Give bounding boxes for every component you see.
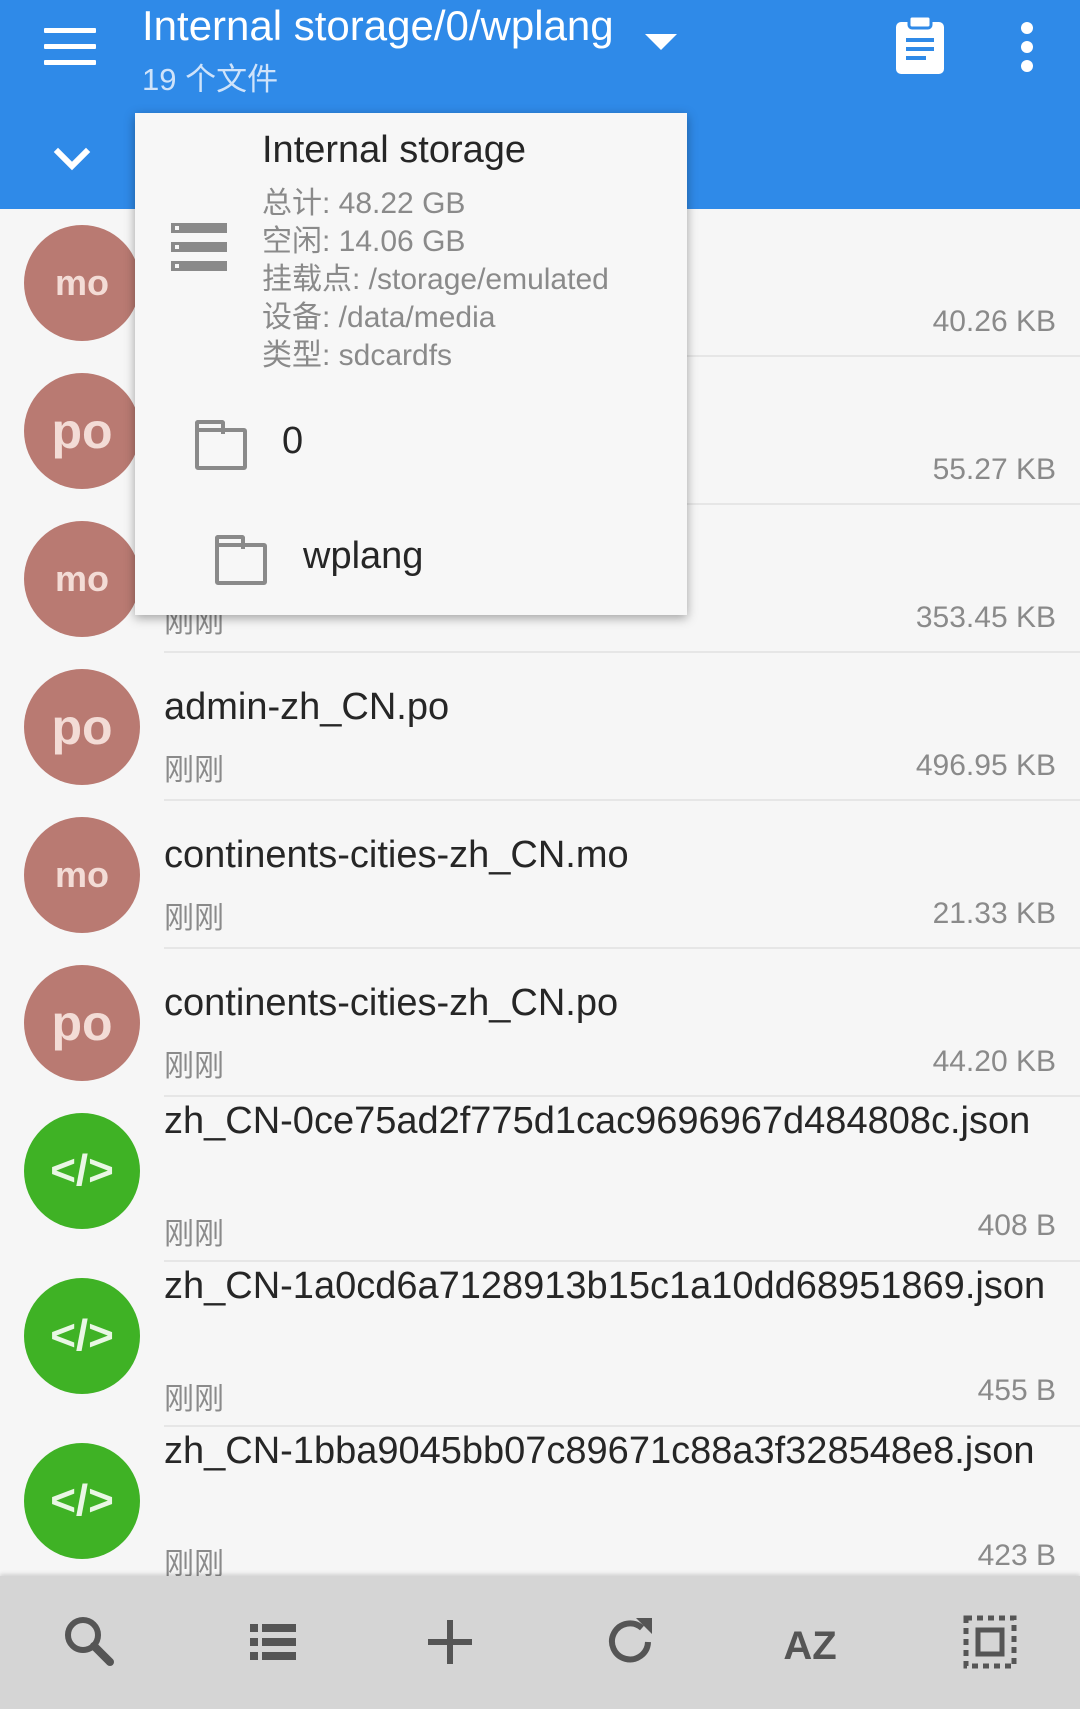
file-date: 刚刚 (164, 902, 224, 935)
search-icon[interactable] (50, 1602, 130, 1682)
file-size: 455 B (977, 1374, 1056, 1407)
file-row[interactable]: mo continents-cities-zh_CN.mo 刚刚 21.33 K… (0, 801, 1080, 949)
po-file-icon: po (24, 669, 140, 785)
path-dropdown-icon[interactable] (645, 34, 677, 50)
file-size: 353.45 KB (915, 601, 1056, 634)
folder-icon (215, 535, 267, 585)
path-title[interactable]: Internal storage/0/wplang (142, 2, 614, 50)
select-all-icon[interactable] (950, 1602, 1030, 1682)
mo-file-icon: mo (24, 521, 140, 637)
file-name: admin-zh_CN.po (164, 686, 450, 728)
storage-type: 类型: sdcardfs (262, 339, 453, 372)
code-file-icon: </> (24, 1443, 140, 1559)
list-view-icon[interactable] (232, 1602, 312, 1682)
code-file-icon: </> (24, 1113, 140, 1229)
file-name: zh_CN-1bba9045bb07c89671c88a3f328548e8.j… (164, 1430, 1035, 1472)
file-date: 刚刚 (164, 1383, 224, 1416)
storage-title: Internal storage (262, 129, 527, 171)
refresh-icon[interactable] (590, 1602, 670, 1682)
path-dropdown-menu: Internal storage 总计: 48.22 GB 空闲: 14.06 … (135, 113, 687, 615)
po-file-icon: po (24, 965, 140, 1081)
file-size: 496.95 KB (915, 749, 1056, 782)
file-size: 423 B (977, 1539, 1056, 1572)
file-row[interactable]: po admin-zh_CN.po 刚刚 496.95 KB (0, 653, 1080, 801)
folder-label: wplang (303, 535, 424, 577)
folder-item-0[interactable]: 0 (135, 390, 687, 500)
file-size: 21.33 KB (932, 897, 1056, 930)
file-size: 408 B (977, 1209, 1056, 1242)
folder-item-wplang[interactable]: wplang (135, 505, 687, 615)
folder-icon (195, 420, 247, 470)
code-file-icon: </> (24, 1278, 140, 1394)
file-size: 55.27 KB (932, 453, 1056, 486)
file-size: 40.26 KB (932, 305, 1056, 338)
clipboard-icon[interactable] (892, 14, 948, 76)
file-date: 刚刚 (164, 1050, 224, 1083)
file-name: continents-cities-zh_CN.po (164, 982, 619, 1024)
file-size: 44.20 KB (932, 1045, 1056, 1078)
file-name: zh_CN-1a0cd6a7128913b15c1a10dd68951869.j… (164, 1265, 1046, 1307)
bottom-toolbar: AZ (0, 1576, 1080, 1709)
storage-item[interactable]: Internal storage 总计: 48.22 GB 空闲: 14.06 … (135, 113, 687, 375)
mo-file-icon: mo (24, 225, 140, 341)
mo-file-icon: mo (24, 817, 140, 933)
file-date: 刚刚 (164, 1218, 224, 1251)
file-name: zh_CN-0ce75ad2f775d1cac9696967d484808c.j… (164, 1100, 1031, 1142)
file-row[interactable]: </> zh_CN-1a0cd6a7128913b15c1a10dd689518… (0, 1262, 1080, 1427)
menu-icon[interactable] (38, 24, 102, 72)
file-row[interactable]: </> zh_CN-0ce75ad2f775d1cac9696967d48480… (0, 1097, 1080, 1262)
po-file-icon: po (24, 373, 140, 489)
file-row[interactable]: </> zh_CN-1bba9045bb07c89671c88a3f328548… (0, 1427, 1080, 1592)
add-icon[interactable] (410, 1602, 490, 1682)
file-count: 19 个文件 (142, 62, 279, 97)
sort-label: AZ (783, 1624, 837, 1668)
sort-az-icon[interactable]: AZ (770, 1602, 850, 1682)
file-name: continents-cities-zh_CN.mo (164, 834, 629, 876)
chevron-down-icon[interactable] (48, 140, 96, 180)
more-options-icon[interactable] (1008, 20, 1048, 74)
file-row[interactable]: po continents-cities-zh_CN.po 刚刚 44.20 K… (0, 949, 1080, 1097)
file-date: 刚刚 (164, 754, 224, 787)
storage-icon (171, 223, 227, 271)
folder-label: 0 (282, 420, 304, 462)
